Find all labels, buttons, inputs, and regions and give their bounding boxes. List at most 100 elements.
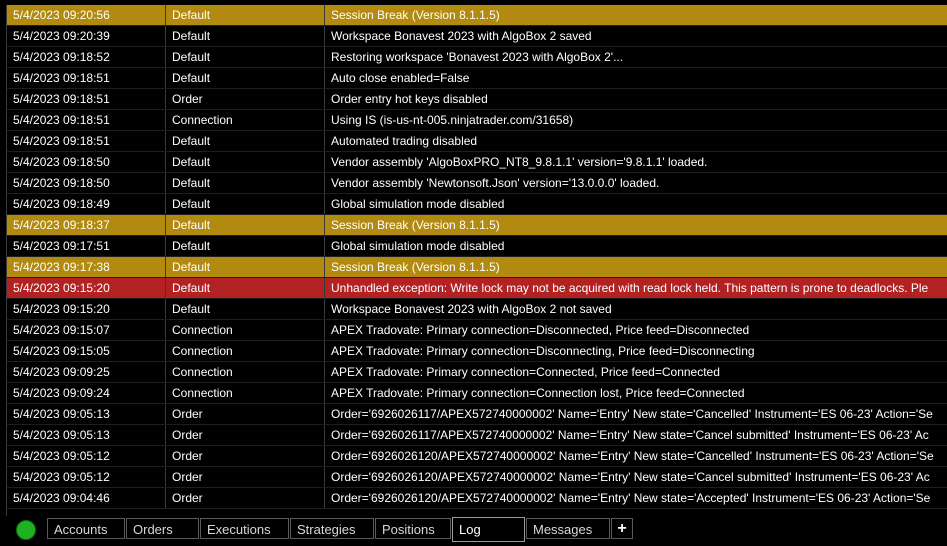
log-category-cell: Connection	[166, 362, 325, 382]
log-time-cell: 5/4/2023 09:05:13	[7, 404, 166, 424]
log-message-cell: Session Break (Version 8.1.1.5)	[331, 260, 500, 274]
log-row[interactable]: 5/4/2023 09:20:56 Default Session Break (V…	[7, 5, 947, 26]
log-row[interactable]: 5/4/2023 09:18:51 Default Auto close enabl…	[7, 68, 947, 89]
log-time-cell: 5/4/2023 09:18:51	[7, 89, 166, 109]
log-category-cell: Order	[166, 488, 325, 508]
tab-orders[interactable]: Orders	[126, 518, 199, 539]
add-tab-button[interactable]: +	[611, 518, 633, 539]
log-category-cell: Default	[166, 194, 325, 214]
log-row[interactable]: 5/4/2023 09:09:25 Connection APEX Tradovat…	[7, 362, 947, 383]
log-category-cell: Default	[166, 68, 325, 88]
log-row[interactable]: 5/4/2023 09:04:46 Order Order='6926026120/…	[7, 488, 947, 509]
log-message-cell: Session Break (Version 8.1.1.5)	[331, 8, 500, 22]
log-row[interactable]: 5/4/2023 09:18:50 Default Vendor assembly …	[7, 152, 947, 173]
log-row[interactable]: 5/4/2023 09:05:13 Order Order='6926026117/…	[7, 404, 947, 425]
log-message-cell: Order='6926026117/APEX572740000002' Name…	[331, 407, 933, 421]
log-row[interactable]: 5/4/2023 09:18:51 Order Order entry hot ke…	[7, 89, 947, 110]
connection-status-icon[interactable]	[16, 520, 36, 540]
log-category-cell: Order	[166, 446, 325, 466]
log-row[interactable]: 5/4/2023 09:17:38 Default Session Break (V…	[7, 257, 947, 278]
log-time-cell: 5/4/2023 09:18:51	[7, 68, 166, 88]
log-message-cell: Session Break (Version 8.1.1.5)	[331, 218, 500, 232]
log-category-cell: Default	[166, 215, 325, 235]
log-row[interactable]: 5/4/2023 09:18:50 Default Vendor assembly …	[7, 173, 947, 194]
log-time-cell: 5/4/2023 09:18:51	[7, 131, 166, 151]
tab-label: Orders	[133, 522, 173, 537]
log-message-cell: APEX Tradovate: Primary connection=Disco…	[331, 344, 755, 358]
log-row[interactable]: 5/4/2023 09:05:12 Order Order='6926026120/…	[7, 446, 947, 467]
log-row[interactable]: 5/4/2023 09:15:05 Connection APEX Tradovat…	[7, 341, 947, 362]
log-row[interactable]: 5/4/2023 09:15:20 Default Unhandled except…	[7, 278, 947, 299]
log-message-cell: Order='6926026120/APEX572740000002' Name…	[331, 491, 931, 505]
log-message-cell: Workspace Bonavest 2023 with AlgoBox 2 s…	[331, 29, 592, 43]
log-category-cell: Default	[166, 236, 325, 256]
log-row[interactable]: 5/4/2023 09:15:20 Default Workspace Bonave…	[7, 299, 947, 320]
log-category-cell: Default	[166, 5, 325, 25]
log-row[interactable]: 5/4/2023 09:18:51 Connection Using IS (is-…	[7, 110, 947, 131]
log-row[interactable]: 5/4/2023 09:05:12 Order Order='6926026120/…	[7, 467, 947, 488]
log-category-cell: Default	[166, 173, 325, 193]
log-category-cell: Order	[166, 467, 325, 487]
log-time-cell: 5/4/2023 09:15:20	[7, 299, 166, 319]
log-message-cell: Order='6926026120/APEX572740000002' Name…	[331, 470, 930, 484]
log-row[interactable]: 5/4/2023 09:18:51 Default Automated tradin…	[7, 131, 947, 152]
log-message-cell: Restoring workspace 'Bonavest 2023 with …	[331, 50, 624, 64]
log-message-cell: APEX Tradovate: Primary connection=Conne…	[331, 386, 745, 400]
log-time-cell: 5/4/2023 09:09:25	[7, 362, 166, 382]
log-time-cell: 5/4/2023 09:18:50	[7, 173, 166, 193]
log-category-cell: Default	[166, 299, 325, 319]
log-message-cell: Automated trading disabled	[331, 134, 478, 148]
log-row[interactable]: 5/4/2023 09:18:49 Default Global simulatio…	[7, 194, 947, 215]
log-message-cell: APEX Tradovate: Primary connection=Disco…	[331, 323, 750, 337]
tab-label: Strategies	[297, 522, 356, 537]
log-time-cell: 5/4/2023 09:09:24	[7, 383, 166, 403]
log-category-cell: Connection	[166, 320, 325, 340]
log-category-cell: Order	[166, 89, 325, 109]
log-message-cell: Unhandled exception: Write lock may not …	[331, 281, 929, 295]
log-category-cell: Connection	[166, 341, 325, 361]
tab-accounts[interactable]: Accounts	[47, 518, 125, 539]
tab-label: Messages	[533, 522, 593, 537]
tab-executions[interactable]: Executions	[200, 518, 289, 539]
tab-label: Positions	[382, 522, 435, 537]
log-time-cell: 5/4/2023 09:18:37	[7, 215, 166, 235]
plus-icon: +	[617, 520, 627, 537]
log-row[interactable]: 5/4/2023 09:05:13 Order Order='6926026117/…	[7, 425, 947, 446]
tab-label: Executions	[207, 522, 271, 537]
log-message-cell: Auto close enabled=False	[331, 71, 470, 85]
log-row[interactable]: 5/4/2023 09:20:39 Default Workspace Bonave…	[7, 26, 947, 47]
log-row[interactable]: 5/4/2023 09:18:52 Default Restoring worksp…	[7, 47, 947, 68]
log-time-cell: 5/4/2023 09:15:07	[7, 320, 166, 340]
tab-log[interactable]: Log	[452, 517, 525, 542]
log-time-cell: 5/4/2023 09:20:56	[7, 5, 166, 25]
log-message-cell: Using IS (is-us-nt-005.ninjatrader.com/3…	[331, 113, 574, 127]
log-time-cell: 5/4/2023 09:18:50	[7, 152, 166, 172]
log-time-cell: 5/4/2023 09:05:13	[7, 425, 166, 445]
log-time-cell: 5/4/2023 09:18:49	[7, 194, 166, 214]
log-category-cell: Default	[166, 26, 325, 46]
log-time-cell: 5/4/2023 09:18:52	[7, 47, 166, 67]
log-message-cell: Vendor assembly 'AlgoBoxPRO_NT8_9.8.1.1'…	[331, 155, 708, 169]
log-category-cell: Order	[166, 425, 325, 445]
log-time-cell: 5/4/2023 09:04:46	[7, 488, 166, 508]
log-category-cell: Default	[166, 257, 325, 277]
tab-strategies[interactable]: Strategies	[290, 518, 374, 539]
log-row[interactable]: 5/4/2023 09:15:07 Connection APEX Tradovat…	[7, 320, 947, 341]
tab-messages[interactable]: Messages	[526, 518, 610, 539]
log-category-cell: Default	[166, 152, 325, 172]
tab-positions[interactable]: Positions	[375, 518, 451, 539]
log-row[interactable]: 5/4/2023 09:18:37 Default Session Break (V…	[7, 215, 947, 236]
log-row[interactable]: 5/4/2023 09:09:24 Connection APEX Tradovat…	[7, 383, 947, 404]
log-message-cell: Workspace Bonavest 2023 with AlgoBox 2 n…	[331, 302, 612, 316]
log-message-cell: Order entry hot keys disabled	[331, 92, 488, 106]
log-window: 5/4/2023 09:20:56 Default Session Break (V…	[0, 0, 947, 546]
log-category-cell: Default	[166, 47, 325, 67]
log-row[interactable]: 5/4/2023 09:17:51 Default Global simulatio…	[7, 236, 947, 257]
log-category-cell: Connection	[166, 383, 325, 403]
log-message-cell: Global simulation mode disabled	[331, 239, 505, 253]
tab-label: Accounts	[54, 522, 108, 537]
log-message-cell: APEX Tradovate: Primary connection=Conne…	[331, 365, 720, 379]
log-message-cell: Order='6926026120/APEX572740000002' Name…	[331, 449, 934, 463]
log-grid[interactable]: 5/4/2023 09:20:56 Default Session Break (V…	[7, 5, 947, 516]
log-message-cell: Global simulation mode disabled	[331, 197, 505, 211]
